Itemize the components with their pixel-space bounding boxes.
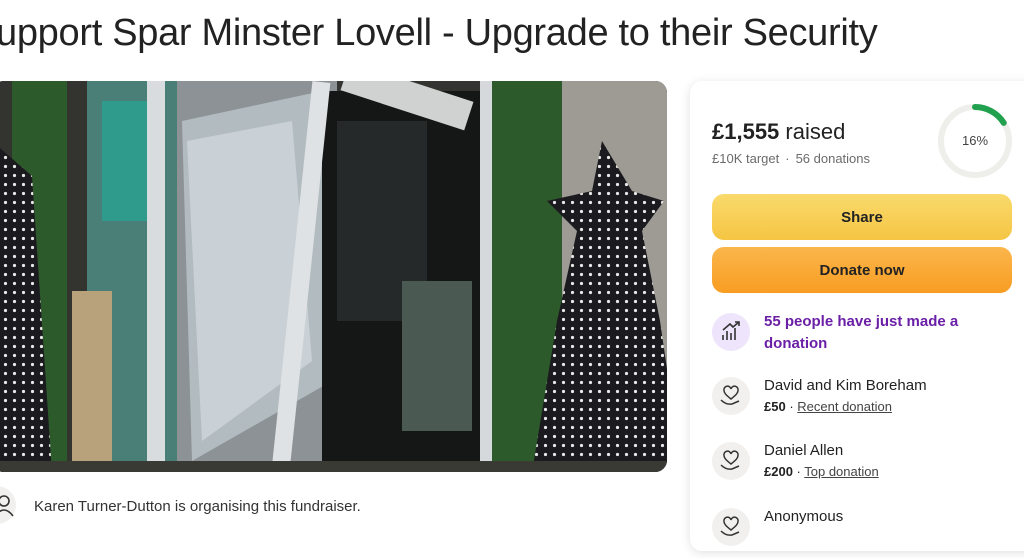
raised-amount: £1,555 raised [712,119,846,144]
organiser-text: Karen Turner-Dutton is organising this f… [34,498,361,515]
trend-text: 55 people have just made a donation [764,313,959,352]
storefront-photo [0,81,667,472]
donation-count: 56 donations [795,151,871,166]
target-text: £10K target [712,151,780,166]
target-and-count: £10K target · 56 donations [712,151,871,166]
trending-up-icon [712,313,750,351]
heart-hand-icon [712,508,750,546]
progress-label: 16% [961,133,989,148]
donor-name: Daniel Allen [764,442,844,459]
donor-name: David and Kim Boreham [764,377,927,394]
heart-hand-icon [712,377,750,415]
donor-name: Anonymous [764,508,844,525]
donate-button[interactable]: Donate now [712,247,1012,293]
page-title: upport Spar Minster Lovell - Upgrade to … [0,12,878,54]
donation-panel: £1,555 raised £10K target · 56 donations 1… [690,81,1024,551]
donor-amount: £200 · Top donation [764,464,879,479]
donor-tag-link[interactable]: Recent donation [797,399,892,414]
heart-hand-icon [712,442,750,480]
share-button[interactable]: Share [712,194,1012,240]
donor-item: Anonymous [712,508,1012,558]
donor-amount: £50 · Recent donation [764,399,892,414]
fundraiser-hero-image[interactable] [0,81,667,472]
donor-item: Daniel Allen £200 · Top donation [712,442,1012,492]
user-icon [0,486,16,524]
donor-item: David and Kim Boreham £50 · Recent donat… [712,377,1012,427]
donor-tag-link[interactable]: Top donation [804,464,878,479]
